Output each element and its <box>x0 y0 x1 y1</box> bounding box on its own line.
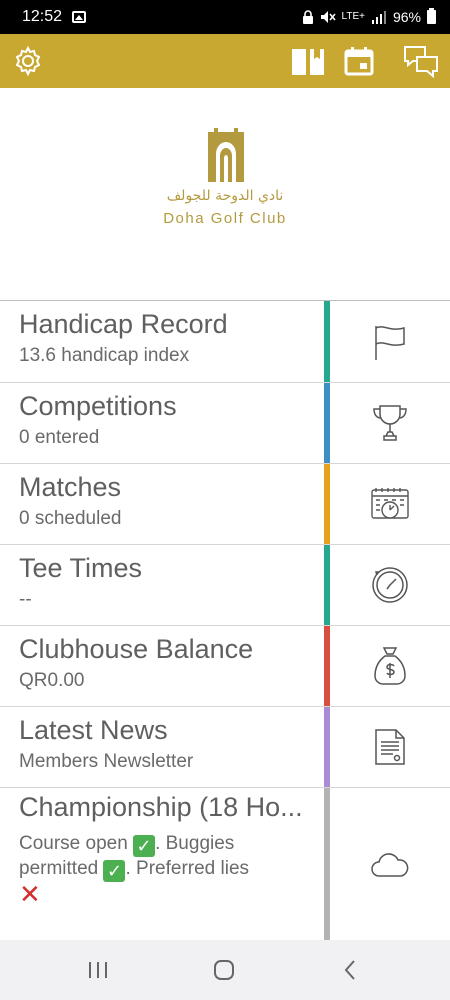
dashboard-list: Handicap Record 13.6 handicap index Comp… <box>0 300 450 941</box>
item-subtitle: QR0.00 <box>19 670 85 691</box>
app-toolbar <box>0 34 450 88</box>
item-title: Competitions <box>19 391 177 421</box>
network-type: LTE+ <box>341 11 365 22</box>
calendar-clock-icon <box>371 488 409 519</box>
item-icon <box>330 788 450 941</box>
item-icon <box>330 545 450 625</box>
status-time: 12:52 <box>22 8 63 25</box>
calendar-button[interactable] <box>340 42 378 80</box>
handicap-record-item[interactable]: Handicap Record 13.6 handicap index <box>0 301 450 383</box>
check-icon: ✓ <box>103 860 126 882</box>
latest-news-item[interactable]: Latest News Members Newsletter <box>0 707 450 788</box>
settings-button[interactable] <box>9 42 47 80</box>
system-nav-bar <box>0 940 450 1000</box>
item-title: Matches <box>19 472 122 502</box>
item-icon <box>330 464 450 544</box>
item-title: Championship (18 Ho... <box>19 792 303 822</box>
clock-icon <box>372 567 408 603</box>
gear-icon <box>15 45 41 77</box>
recent-apps-button[interactable] <box>78 955 118 985</box>
logo-arabic-text: نادي الدوحة للجولف <box>166 188 284 204</box>
back-button[interactable] <box>330 955 370 985</box>
item-title: Handicap Record <box>19 309 228 339</box>
image-icon <box>72 11 87 23</box>
home-button[interactable] <box>204 955 244 985</box>
document-icon <box>375 729 405 765</box>
back-icon <box>344 960 355 980</box>
matches-item[interactable]: Matches 0 scheduled <box>0 464 450 545</box>
home-icon <box>214 960 234 980</box>
course-status: Course open ✓. Buggies permitted ✓. Pref… <box>19 832 314 910</box>
item-subtitle: Members Newsletter <box>19 751 194 772</box>
item-icon <box>330 707 450 787</box>
item-subtitle: 0 scheduled <box>19 508 122 529</box>
messages-button[interactable] <box>402 42 440 80</box>
course-status-text: . Preferred lies <box>125 858 250 879</box>
item-subtitle: 13.6 handicap index <box>19 345 190 366</box>
club-emblem-icon <box>208 128 244 182</box>
book-icon <box>292 49 324 75</box>
competitions-item[interactable]: Competitions 0 entered <box>0 383 450 464</box>
chat-icon <box>404 46 438 78</box>
tee-times-item[interactable]: Tee Times -- <box>0 545 450 626</box>
recent-apps-icon <box>89 962 107 978</box>
club-banner: نادي الدوحة للجولف Doha Golf Club <box>0 88 450 300</box>
check-icon: ✓ <box>133 835 156 857</box>
signal-icon <box>371 11 386 24</box>
trophy-icon <box>373 405 407 441</box>
championship-course-item[interactable]: Championship (18 Ho... Course open ✓. Bu… <box>0 788 450 941</box>
money-bag-icon <box>374 647 406 685</box>
item-title: Tee Times <box>19 553 143 583</box>
logo-english-text: Doha Golf Club <box>163 210 287 227</box>
status-icons: LTE+ 96% <box>302 8 436 25</box>
calendar-icon <box>344 47 374 76</box>
item-icon <box>330 383 450 463</box>
item-subtitle: 0 entered <box>19 427 100 448</box>
cross-icon: ✕ <box>19 879 41 909</box>
cloud-icon <box>371 852 409 877</box>
item-icon <box>330 626 450 706</box>
lock-icon <box>302 10 313 24</box>
item-title: Clubhouse Balance <box>19 634 254 664</box>
mute-icon <box>320 11 336 23</box>
item-icon <box>330 301 450 382</box>
club-logo: نادي الدوحة للجولف Doha Golf Club <box>150 126 300 231</box>
handbook-button[interactable] <box>289 42 327 80</box>
battery-level: 96% <box>392 9 421 25</box>
item-title: Latest News <box>19 715 168 745</box>
item-subtitle: -- <box>19 589 32 610</box>
status-bar: 12:52 LTE+ 96% <box>0 0 450 34</box>
flag-icon <box>375 325 405 360</box>
clubhouse-balance-item[interactable]: Clubhouse Balance QR0.00 <box>0 626 450 707</box>
battery-icon <box>427 8 436 24</box>
course-status-text: Course open <box>19 833 134 854</box>
